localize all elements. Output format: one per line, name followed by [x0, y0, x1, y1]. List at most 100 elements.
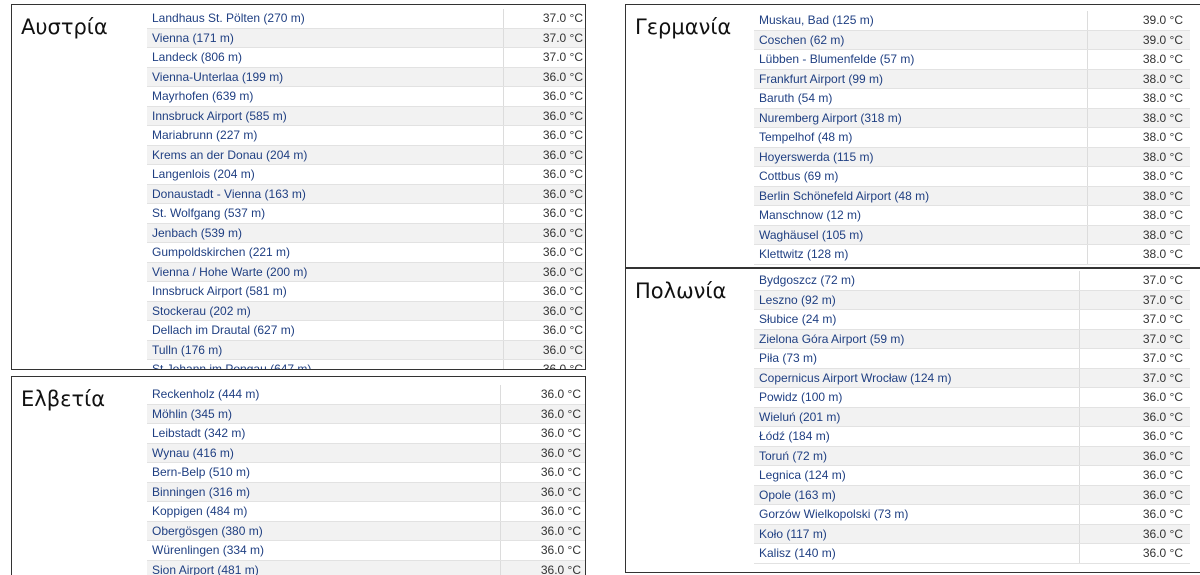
station-link[interactable]: Legnica (124 m)	[754, 465, 1080, 486]
station-link[interactable]: Möhlin (345 m)	[147, 404, 501, 424]
station-link[interactable]: Wieluń (201 m)	[754, 407, 1080, 427]
station-link[interactable]: Vienna / Hohe Warte (200 m)	[147, 262, 504, 282]
max-temperature: 36.0 °C	[500, 560, 585, 575]
max-temperature: 36.0 °C	[1079, 387, 1190, 408]
table-row: Tulln (176 m) 36.0 °C	[147, 340, 585, 360]
station-link[interactable]: Koppigen (484 m)	[147, 501, 501, 522]
table-row: St Johann im Pongau (647 m) 36.0 °C	[147, 359, 585, 369]
station-link[interactable]: Donaustadt - Vienna (163 m)	[147, 184, 504, 204]
station-link[interactable]: Klettwitz (128 m)	[754, 244, 1088, 265]
table-row: Möhlin (345 m) 36.0 °C	[147, 404, 585, 424]
station-link[interactable]: Waghäusel (105 m)	[754, 225, 1088, 245]
station-link[interactable]: Powidz (100 m)	[754, 387, 1080, 408]
station-link[interactable]: Baruth (54 m)	[754, 88, 1088, 109]
station-link[interactable]: Binningen (316 m)	[147, 482, 501, 502]
station-link[interactable]: Copernicus Airport Wrocław (124 m)	[754, 368, 1080, 388]
table-row: Gorzów Wielkopolski (73 m) 36.0 °C	[754, 504, 1190, 525]
max-temperature: 38.0 °C	[1087, 166, 1190, 187]
station-link[interactable]: Lübben - Blumenfelde (57 m)	[754, 49, 1088, 70]
station-link[interactable]: Frankfurt Airport (99 m)	[754, 69, 1088, 89]
table-row: Bydgoszcz (72 m) 37.0 °C	[754, 271, 1190, 291]
station-link[interactable]: Berlin Schönefeld Airport (48 m)	[754, 186, 1088, 206]
max-temperature: 36.0 °C	[503, 203, 585, 224]
table-row: Krems an der Donau (204 m) 36.0 °C	[147, 145, 585, 165]
station-link[interactable]: Bern-Belp (510 m)	[147, 462, 501, 483]
max-temperature: 36.0 °C	[1079, 524, 1190, 544]
station-link[interactable]: Leibstadt (342 m)	[147, 423, 501, 444]
table-row: Donaustadt - Vienna (163 m) 36.0 °C	[147, 184, 585, 204]
table-row: Mayrhofen (639 m) 36.0 °C	[147, 86, 585, 107]
table-row: Cottbus (69 m) 38.0 °C	[754, 166, 1190, 187]
station-link[interactable]: Landeck (806 m)	[147, 47, 504, 68]
max-temperature: 36.0 °C	[1079, 407, 1190, 427]
station-link[interactable]: Zielona Góra Airport (59 m)	[754, 329, 1080, 349]
station-table: Bydgoszcz (72 m) 37.0 °C Leszno (92 m) 37.0…	[754, 271, 1190, 564]
max-temperature: 36.0 °C	[503, 106, 585, 126]
station-link[interactable]: Sion Airport (481 m)	[147, 560, 501, 575]
max-temperature: 38.0 °C	[1087, 225, 1190, 245]
station-link[interactable]: Słubice (24 m)	[754, 309, 1080, 330]
table-row: Jenbach (539 m) 36.0 °C	[147, 223, 585, 243]
station-link[interactable]: Cottbus (69 m)	[754, 166, 1088, 187]
station-link[interactable]: St. Wolfgang (537 m)	[147, 203, 504, 224]
table-row: Leibstadt (342 m) 36.0 °C	[147, 423, 585, 444]
station-link[interactable]: Łódź (184 m)	[754, 426, 1080, 447]
table-row: Innsbruck Airport (581 m) 36.0 °C	[147, 281, 585, 302]
station-link[interactable]: Tulln (176 m)	[147, 340, 504, 360]
station-link[interactable]: Koło (117 m)	[754, 524, 1080, 544]
table-row: Stockerau (202 m) 36.0 °C	[147, 301, 585, 321]
station-link[interactable]: Bydgoszcz (72 m)	[754, 271, 1080, 291]
max-temperature: 36.0 °C	[503, 125, 585, 146]
station-link[interactable]: Manschnow (12 m)	[754, 205, 1088, 226]
station-link[interactable]: Toruń (72 m)	[754, 446, 1080, 466]
max-temperature: 36.0 °C	[503, 340, 585, 360]
station-link[interactable]: Muskau, Bad (125 m)	[754, 11, 1088, 31]
table-row: Wieluń (201 m) 36.0 °C	[754, 407, 1190, 427]
station-link[interactable]: St Johann im Pongau (647 m)	[147, 359, 504, 369]
station-link[interactable]: Innsbruck Airport (585 m)	[147, 106, 504, 126]
station-link[interactable]: Reckenholz (444 m)	[147, 385, 501, 405]
station-link[interactable]: Innsbruck Airport (581 m)	[147, 281, 504, 302]
station-link[interactable]: Leszno (92 m)	[754, 290, 1080, 310]
max-temperature: 36.0 °C	[500, 482, 585, 502]
station-link[interactable]: Nuremberg Airport (318 m)	[754, 108, 1088, 128]
table-row: Legnica (124 m) 36.0 °C	[754, 465, 1190, 486]
max-temperature: 36.0 °C	[1079, 543, 1190, 564]
max-temperature: 36.0 °C	[503, 164, 585, 185]
station-link[interactable]: Gorzów Wielkopolski (73 m)	[754, 504, 1080, 525]
station-link[interactable]: Wynau (416 m)	[147, 443, 501, 463]
max-temperature: 36.0 °C	[500, 423, 585, 444]
station-link[interactable]: Mayrhofen (639 m)	[147, 86, 504, 107]
station-link[interactable]: Coschen (62 m)	[754, 30, 1088, 50]
station-link[interactable]: Obergösgen (380 m)	[147, 521, 501, 541]
station-link[interactable]: Dellach im Drautal (627 m)	[147, 320, 504, 341]
station-link[interactable]: Jenbach (539 m)	[147, 223, 504, 243]
max-temperature: 36.0 °C	[1079, 446, 1190, 466]
station-link[interactable]: Tempelhof (48 m)	[754, 127, 1088, 148]
table-row: Muskau, Bad (125 m) 39.0 °C	[754, 11, 1190, 31]
station-link[interactable]: Krems an der Donau (204 m)	[147, 145, 504, 165]
station-link[interactable]: Würenlingen (334 m)	[147, 540, 501, 561]
country-panel-germany: Γερμανία Muskau, Bad (125 m) 39.0 °C Cosch…	[625, 4, 1200, 268]
station-link[interactable]: Stockerau (202 m)	[147, 301, 504, 321]
max-temperature: 36.0 °C	[503, 67, 585, 87]
max-temperature: 37.0 °C	[1079, 271, 1190, 291]
station-link[interactable]: Landhaus St. Pölten (270 m)	[147, 9, 504, 29]
country-title: Ελβετία	[21, 387, 106, 411]
table-row: Leszno (92 m) 37.0 °C	[754, 290, 1190, 310]
station-link[interactable]: Vienna-Unterlaa (199 m)	[147, 67, 504, 87]
max-temperature: 36.0 °C	[500, 540, 585, 561]
station-link[interactable]: Langenlois (204 m)	[147, 164, 504, 185]
station-link[interactable]: Gumpoldskirchen (221 m)	[147, 242, 504, 263]
table-row: Bern-Belp (510 m) 36.0 °C	[147, 462, 585, 483]
station-table: Muskau, Bad (125 m) 39.0 °C Coschen (62 m)…	[754, 11, 1190, 265]
max-temperature: 36.0 °C	[500, 521, 585, 541]
station-link[interactable]: Opole (163 m)	[754, 485, 1080, 505]
station-link[interactable]: Hoyerswerda (115 m)	[754, 147, 1088, 167]
max-temperature: 39.0 °C	[1087, 11, 1190, 31]
station-link[interactable]: Kalisz (140 m)	[754, 543, 1080, 564]
station-link[interactable]: Vienna (171 m)	[147, 28, 504, 48]
max-temperature: 38.0 °C	[1087, 127, 1190, 148]
station-link[interactable]: Piła (73 m)	[754, 348, 1080, 369]
station-link[interactable]: Mariabrunn (227 m)	[147, 125, 504, 146]
